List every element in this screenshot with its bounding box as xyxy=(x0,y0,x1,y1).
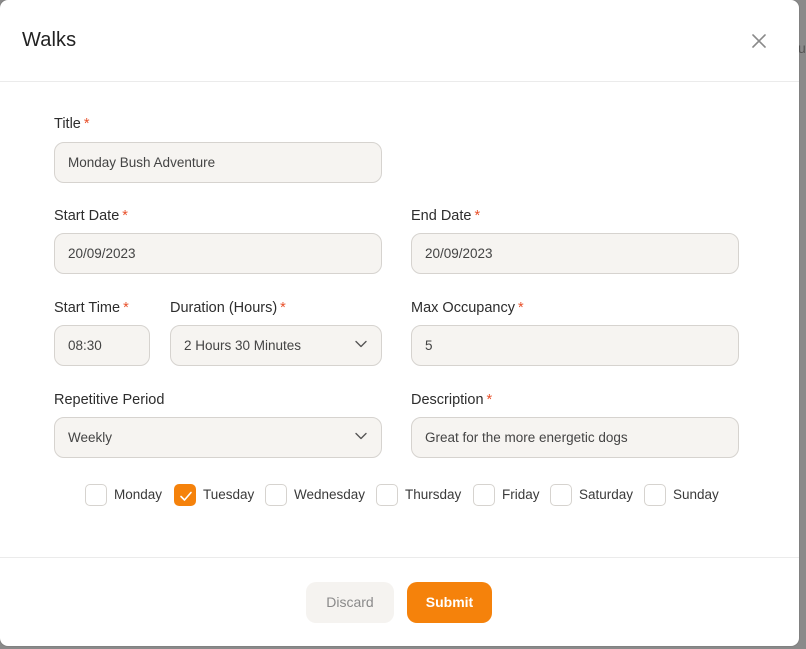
backdrop-partial-text: u xyxy=(798,40,806,56)
checkbox[interactable] xyxy=(265,484,287,506)
start-date-input[interactable]: 20/09/2023 xyxy=(54,233,382,274)
repetitive-period-selected-value: Weekly xyxy=(68,430,113,445)
day-label: Saturday xyxy=(579,487,634,502)
max-occupancy-label-text: Max Occupancy xyxy=(411,300,515,316)
duration-label: Duration (Hours) * xyxy=(170,300,286,316)
checkbox[interactable] xyxy=(644,484,666,506)
end-date-input[interactable]: 20/09/2023 xyxy=(411,233,739,274)
start-date-label: Start Date * xyxy=(54,208,128,224)
day-label: Sunday xyxy=(673,487,719,502)
checkbox[interactable] xyxy=(473,484,495,506)
duration-label-text: Duration (Hours) xyxy=(170,300,278,316)
description-label-text: Description xyxy=(411,392,484,408)
discard-button[interactable]: Discard xyxy=(306,582,394,623)
required-marker: * xyxy=(474,208,481,224)
dialog-header: Walks xyxy=(0,0,799,82)
day-label: Friday xyxy=(502,487,540,502)
repetitive-period-label-text: Repetitive Period xyxy=(54,392,165,408)
start-time-input[interactable]: 08:30 xyxy=(54,325,150,366)
max-occupancy-label: Max Occupancy * xyxy=(411,300,524,316)
walks-dialog: Walks Title * Monday Bush Adventure Start… xyxy=(0,0,799,646)
day-label: Wednesday xyxy=(294,487,366,502)
checkbox-checked[interactable] xyxy=(174,484,196,506)
day-label: Tuesday xyxy=(203,487,255,502)
checkbox[interactable] xyxy=(85,484,107,506)
close-icon[interactable] xyxy=(748,30,770,52)
description-label: Description * xyxy=(411,392,492,408)
chevron-down-icon xyxy=(355,340,367,348)
start-date-label-text: Start Date xyxy=(54,208,120,224)
description-input[interactable]: Great for the more energetic dogs xyxy=(411,417,739,458)
submit-button[interactable]: Submit xyxy=(407,582,492,623)
required-marker: * xyxy=(517,300,524,316)
repetitive-period-label: Repetitive Period xyxy=(54,392,164,408)
title-label-text: Title xyxy=(54,116,81,132)
dialog-footer: Discard Submit xyxy=(0,557,799,647)
chevron-down-icon xyxy=(355,432,367,440)
max-occupancy-input[interactable]: 5 xyxy=(411,325,739,366)
checkbox[interactable] xyxy=(376,484,398,506)
dialog-title: Walks xyxy=(22,29,77,51)
check-icon xyxy=(180,491,192,501)
repetitive-period-select[interactable]: Weekly xyxy=(54,417,382,458)
required-marker: * xyxy=(280,300,286,316)
title-input[interactable]: Monday Bush Adventure xyxy=(54,142,382,183)
required-marker: * xyxy=(123,300,129,316)
required-marker: * xyxy=(122,208,128,224)
required-marker: * xyxy=(486,392,493,408)
day-label: Thursday xyxy=(405,487,462,502)
end-date-label: End Date * xyxy=(411,208,480,224)
start-time-label-text: Start Time xyxy=(54,300,121,316)
checkbox[interactable] xyxy=(550,484,572,506)
title-label: Title * xyxy=(54,116,90,132)
start-time-label: Start Time * xyxy=(54,300,129,316)
required-marker: * xyxy=(83,116,90,132)
day-label: Monday xyxy=(114,487,163,502)
duration-select[interactable]: 2 Hours 30 Minutes xyxy=(170,325,382,366)
end-date-label-text: End Date xyxy=(411,208,472,224)
duration-selected-value: 2 Hours 30 Minutes xyxy=(184,338,302,353)
